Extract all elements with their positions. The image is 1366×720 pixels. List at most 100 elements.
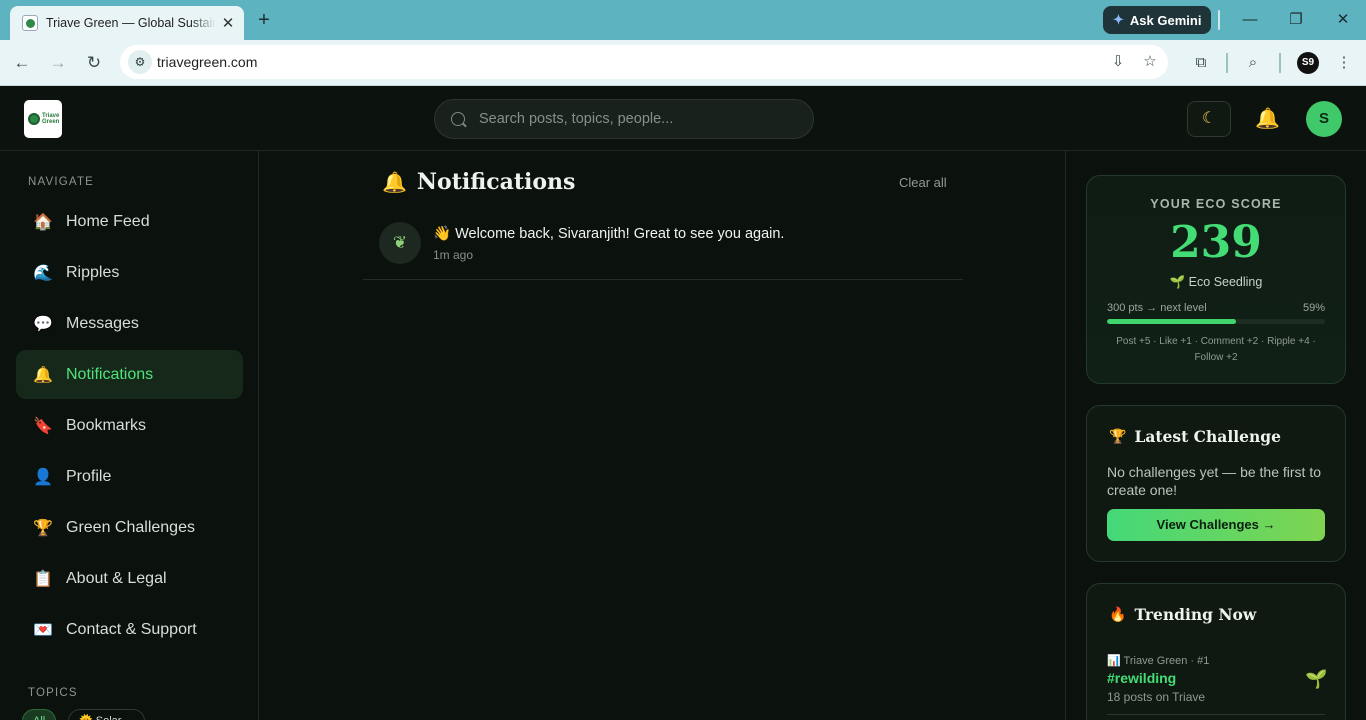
bell-icon: 🔔 bbox=[33, 366, 53, 384]
sidebar-item-contact-support[interactable]: 💌 Contact & Support bbox=[16, 605, 243, 654]
leaf-icon: ❦ bbox=[379, 222, 421, 264]
next-level-text: 300 pts → next level bbox=[1107, 302, 1207, 314]
browser-tab-strip: Triave Green — Global Sustainability Net… bbox=[0, 0, 1366, 40]
search-icon bbox=[451, 112, 465, 126]
extensions-icon[interactable]: ⧉ bbox=[1189, 52, 1213, 74]
clear-all-button[interactable]: Clear all bbox=[899, 175, 947, 190]
sidebar-item-label: About & Legal bbox=[66, 569, 167, 587]
site-settings-icon[interactable]: ⚙ bbox=[128, 50, 152, 74]
eco-score-heading: YOUR ECO SCORE bbox=[1150, 197, 1282, 211]
eco-progress-bar bbox=[1107, 319, 1325, 324]
sidebar-item-bookmarks[interactable]: 🔖 Bookmarks bbox=[16, 401, 243, 450]
sidebar-item-messages[interactable]: 💬 Messages bbox=[16, 299, 243, 348]
browser-tab[interactable]: Triave Green — Global Sustainability Net… bbox=[10, 6, 244, 40]
theme-toggle-moon-icon[interactable]: ☾ bbox=[1187, 101, 1231, 137]
bookmark-star-icon[interactable]: ☆ bbox=[1138, 50, 1162, 74]
sidebar-item-ripples[interactable]: 🌊 Ripples bbox=[16, 248, 243, 297]
reload-icon[interactable]: ↻ bbox=[83, 52, 105, 74]
toolbar-divider bbox=[1226, 53, 1228, 73]
restore-window-icon[interactable]: ❐ bbox=[1284, 8, 1308, 32]
speech-bubble-icon: 💬 bbox=[33, 315, 53, 333]
notifications-panel: 🔔 Notifications Clear all ❦ 👋 Welcome ba… bbox=[260, 151, 1065, 720]
topic-chip-solar[interactable]: 🌞 Solar ... bbox=[68, 709, 145, 720]
sidebar-item-label: Profile bbox=[66, 467, 112, 485]
address-bar[interactable]: ⚙ triavegreen.com ⇩ ☆ bbox=[120, 45, 1168, 79]
progress-percent: 59% bbox=[1302, 302, 1325, 314]
bookmark-icon: 🔖 bbox=[33, 417, 53, 435]
divider bbox=[1107, 714, 1325, 715]
bell-icon: 🔔 bbox=[382, 170, 407, 194]
right-column-divider bbox=[1065, 151, 1066, 720]
eco-points-rules: Post +5 · Like +1 · Comment +2 · Ripple … bbox=[1116, 336, 1316, 363]
love-letter-icon: 💌 bbox=[33, 621, 53, 639]
sidebar-item-home-feed[interactable]: 🏠 Home Feed bbox=[16, 197, 243, 246]
sidebar-item-label: Green Challenges bbox=[66, 518, 195, 536]
card-title-text: Latest Challenge bbox=[1134, 427, 1281, 446]
clipboard-icon: 📋 bbox=[33, 570, 53, 588]
wave-icon: 🌊 bbox=[33, 264, 53, 282]
sidebar: NAVIGATE 🏠 Home Feed 🌊 Ripples 💬 Message… bbox=[0, 151, 259, 720]
sidebar-item-notifications[interactable]: 🔔 Notifications bbox=[16, 350, 243, 399]
challenge-empty-text: No challenges yet — be the first to crea… bbox=[1107, 464, 1321, 498]
topic-chip-all[interactable]: All bbox=[22, 709, 57, 720]
ask-gemini-button[interactable]: ✦ Ask Gemini bbox=[1103, 6, 1211, 34]
card-title: 🏆 Latest Challenge bbox=[1109, 427, 1281, 446]
close-window-icon[interactable]: ✕ bbox=[1331, 8, 1355, 32]
browser-menu-icon[interactable]: ⋮ bbox=[1332, 52, 1356, 74]
view-challenges-button[interactable]: View Challenges → bbox=[1107, 509, 1325, 541]
sidebar-item-label: Messages bbox=[66, 314, 139, 332]
browser-profile-avatar[interactable]: S9 bbox=[1297, 52, 1319, 74]
search-bar[interactable] bbox=[434, 99, 814, 139]
notification-item[interactable]: ❦ 👋 Welcome back, Sivaranjith! Great to … bbox=[363, 211, 963, 280]
toolbar-divider bbox=[1279, 53, 1281, 73]
person-icon: 👤 bbox=[33, 468, 53, 486]
search-input[interactable] bbox=[479, 100, 799, 138]
tab-search-icon[interactable]: ⌕ bbox=[1241, 52, 1265, 74]
tab-close-icon[interactable]: ✕ bbox=[220, 14, 236, 32]
eco-score-value: 239 bbox=[1170, 217, 1262, 268]
trend-meta: 📊 Triave Green · #1 bbox=[1107, 655, 1210, 667]
latest-challenge-card: 🏆 Latest Challenge No challenges yet — b… bbox=[1086, 405, 1346, 562]
eco-progress-fill bbox=[1107, 319, 1236, 324]
sidebar-item-about-legal[interactable]: 📋 About & Legal bbox=[16, 554, 243, 603]
app-header: Triave Green ☾ 🔔 S bbox=[0, 87, 1366, 151]
notification-time: 1m ago bbox=[433, 248, 474, 262]
globe-icon bbox=[28, 113, 40, 125]
fire-icon: 🔥 bbox=[1109, 606, 1127, 623]
notifications-bell-icon[interactable]: 🔔 bbox=[1255, 106, 1280, 132]
card-title: 🔥 Trending Now bbox=[1109, 605, 1256, 624]
tab-favicon-icon bbox=[22, 15, 38, 31]
trend-hashtag[interactable]: #rewilding bbox=[1107, 670, 1176, 686]
url-text[interactable]: triavegreen.com bbox=[157, 45, 257, 79]
back-icon[interactable]: ← bbox=[11, 52, 33, 74]
notification-text: 👋 Welcome back, Sivaranjith! Great to se… bbox=[433, 226, 785, 242]
sidebar-item-label: Notifications bbox=[66, 365, 154, 383]
sidebar-item-profile[interactable]: 👤 Profile bbox=[16, 452, 243, 501]
sidebar-item-label: Contact & Support bbox=[66, 620, 197, 638]
card-title-text: Trending Now bbox=[1134, 605, 1257, 624]
trophy-icon: 🏆 bbox=[1109, 428, 1127, 445]
sprout-icon: 🌱 bbox=[1305, 669, 1328, 689]
trophy-icon: 🏆 bbox=[33, 519, 53, 537]
topics-heading: TOPICS bbox=[28, 687, 78, 699]
forward-icon[interactable]: → bbox=[47, 52, 69, 74]
page-title-text: Notifications bbox=[416, 169, 576, 195]
user-avatar[interactable]: S bbox=[1306, 101, 1342, 137]
install-app-icon[interactable]: ⇩ bbox=[1106, 50, 1130, 74]
trending-card: 🔥 Trending Now 📊 Triave Green · #1 #rewi… bbox=[1086, 583, 1346, 720]
eco-level: 🌱 Eco Seedling bbox=[1169, 275, 1263, 289]
sidebar-item-green-challenges[interactable]: 🏆 Green Challenges bbox=[16, 503, 243, 552]
trend-post-count: 18 posts on Triave bbox=[1107, 690, 1206, 704]
eco-score-card: YOUR ECO SCORE 239 🌱 Eco Seedling 300 pt… bbox=[1086, 175, 1346, 384]
gemini-sparkle-icon: ✦ bbox=[1113, 12, 1124, 27]
page-title: 🔔 Notifications bbox=[382, 169, 575, 195]
home-icon: 🏠 bbox=[33, 213, 53, 231]
new-tab-button[interactable]: + bbox=[254, 9, 274, 31]
sidebar-item-label: Ripples bbox=[66, 263, 120, 281]
minimize-icon[interactable]: — bbox=[1238, 8, 1262, 32]
sidebar-item-label: Home Feed bbox=[66, 212, 150, 230]
tab-title: Triave Green — Global Sustainability Net… bbox=[46, 16, 216, 30]
app-root: Triave Green ☾ 🔔 S NAVIGATE 🏠 Home Feed … bbox=[0, 87, 1366, 720]
app-logo[interactable]: Triave Green bbox=[24, 100, 62, 138]
ask-gemini-label: Ask Gemini bbox=[1129, 12, 1202, 28]
